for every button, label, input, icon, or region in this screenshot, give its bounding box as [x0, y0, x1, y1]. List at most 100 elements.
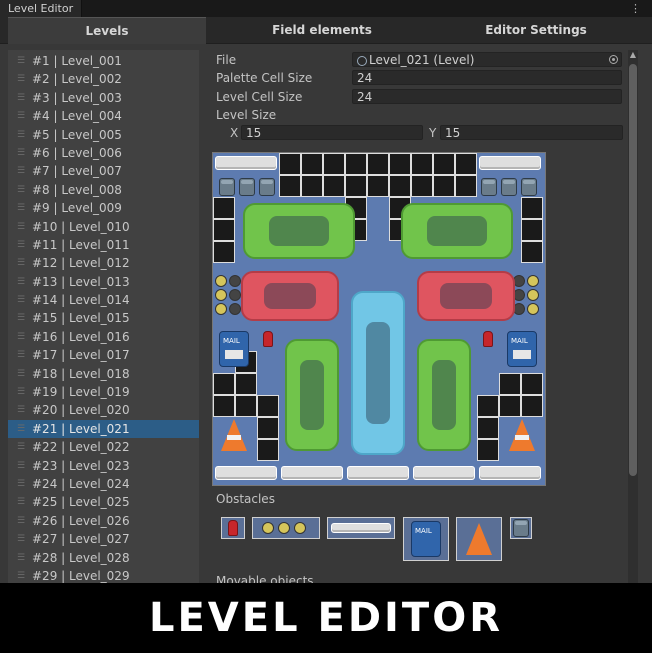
level-name: #18 | Level_018 — [32, 366, 130, 381]
level-list-item[interactable]: ☰ #6 | Level_006 — [8, 144, 199, 162]
drag-handle-icon[interactable]: ☰ — [17, 126, 25, 144]
drag-handle-icon[interactable]: ☰ — [17, 291, 25, 309]
level-list-item[interactable]: ☰ #1 | Level_001 — [8, 52, 199, 70]
tab-editor-settings[interactable]: Editor Settings — [436, 17, 636, 43]
empty-cell — [477, 417, 499, 439]
level-size-y-input[interactable]: 15 — [440, 125, 623, 140]
traffic-light-icon — [278, 522, 290, 534]
more-menu-icon[interactable]: ⋮ — [630, 0, 641, 17]
level-list-item[interactable]: ☰ #27 | Level_027 — [8, 530, 199, 548]
empty-cell — [477, 395, 499, 417]
drag-handle-icon[interactable]: ☰ — [17, 365, 25, 383]
drag-handle-icon[interactable]: ☰ — [17, 52, 25, 70]
drag-handle-icon[interactable]: ☰ — [17, 567, 25, 583]
traffic-cone-icon — [466, 523, 492, 555]
vertical-scrollbar[interactable]: ▲ — [628, 50, 638, 583]
drag-handle-icon[interactable]: ☰ — [17, 162, 25, 180]
level-list-item[interactable]: ☰ #22 | Level_022 — [8, 438, 199, 456]
file-object-field[interactable]: Level_021 (Level) — [352, 52, 622, 67]
drag-handle-icon[interactable]: ☰ — [17, 309, 25, 327]
scroll-up-arrow-icon[interactable]: ▲ — [628, 50, 638, 60]
tab-field-elements[interactable]: Field elements — [208, 17, 436, 43]
drag-handle-icon[interactable]: ☰ — [17, 530, 25, 548]
level-list-item[interactable]: ☰ #4 | Level_004 — [8, 107, 199, 125]
drag-handle-icon[interactable]: ☰ — [17, 181, 25, 199]
level-list-item[interactable]: ☰ #12 | Level_012 — [8, 254, 199, 272]
level-list-item[interactable]: ☰ #3 | Level_003 — [8, 89, 199, 107]
palette-cell-size-input[interactable]: 24 — [352, 70, 622, 85]
level-list-item[interactable]: ☰ #17 | Level_017 — [8, 346, 199, 364]
window-title-tab[interactable]: Level Editor — [0, 0, 83, 17]
level-list-panel: ☰ #1 | Level_001 ☰ #2 | Level_002 ☰ #3 | Leve… — [8, 50, 199, 583]
level-list-item[interactable]: ☰ #26 | Level_026 — [8, 512, 199, 530]
cone-stripe — [515, 435, 529, 440]
level-list-item[interactable]: ☰ #2 | Level_002 — [8, 70, 199, 88]
drag-handle-icon[interactable]: ☰ — [17, 107, 25, 125]
palette-cone[interactable] — [456, 517, 502, 561]
level-list-item[interactable]: ☰ #15 | Level_015 — [8, 309, 199, 327]
level-editor-window: Level Editor ⋮ Levels Field elements Edi… — [0, 0, 652, 583]
drag-handle-icon[interactable]: ☰ — [17, 383, 25, 401]
drag-handle-icon[interactable]: ☰ — [17, 254, 25, 272]
empty-cell — [433, 175, 455, 197]
level-size-x-input[interactable]: 15 — [241, 125, 423, 140]
level-grid-canvas[interactable]: MAIL MAIL — [212, 152, 546, 486]
level-list-item[interactable]: ☰ #29 | Level_029 — [8, 567, 199, 583]
drag-handle-icon[interactable]: ☰ — [17, 549, 25, 567]
level-name: #16 | Level_016 — [32, 329, 130, 344]
level-name: #21 | Level_021 — [32, 421, 130, 436]
drag-handle-icon[interactable]: ☰ — [17, 328, 25, 346]
level-list-item[interactable]: ☰ #18 | Level_018 — [8, 365, 199, 383]
level-list-item[interactable]: ☰ #20 | Level_020 — [8, 401, 199, 419]
mail-label: MAIL — [511, 337, 528, 345]
drag-handle-icon[interactable]: ☰ — [17, 199, 25, 217]
level-name: #20 | Level_020 — [32, 403, 130, 418]
level-list-item[interactable]: ☰ #7 | Level_007 — [8, 162, 199, 180]
level-name: #6 | Level_006 — [32, 145, 122, 160]
empty-cell — [411, 153, 433, 175]
empty-cell — [345, 175, 367, 197]
drag-handle-icon[interactable]: ☰ — [17, 475, 25, 493]
level-list-item[interactable]: ☰ #8 | Level_008 — [8, 181, 199, 199]
level-list-item[interactable]: ☰ #14 | Level_014 — [8, 291, 199, 309]
drag-handle-icon[interactable]: ☰ — [17, 457, 25, 475]
level-list-item[interactable]: ☰ #25 | Level_025 — [8, 493, 199, 511]
drag-handle-icon[interactable]: ☰ — [17, 512, 25, 530]
drag-handle-icon[interactable]: ☰ — [17, 346, 25, 364]
drag-handle-icon[interactable]: ☰ — [17, 401, 25, 419]
level-list-item[interactable]: ☰ #24 | Level_024 — [8, 475, 199, 493]
palette-wall[interactable] — [327, 517, 395, 539]
level-list-item[interactable]: ☰ #19 | Level_019 — [8, 383, 199, 401]
drag-handle-icon[interactable]: ☰ — [17, 493, 25, 511]
level-list-item[interactable]: ☰ #5 | Level_005 — [8, 126, 199, 144]
object-picker-icon[interactable] — [609, 55, 618, 64]
palette-traffic-lights[interactable] — [252, 517, 320, 539]
drag-handle-icon[interactable]: ☰ — [17, 273, 25, 291]
drag-handle-icon[interactable]: ☰ — [17, 144, 25, 162]
empty-cell — [279, 153, 301, 175]
palette-barrel[interactable] — [510, 517, 532, 539]
drag-handle-icon[interactable]: ☰ — [17, 438, 25, 456]
level-list-item[interactable]: ☰ #16 | Level_016 — [8, 328, 199, 346]
y-label: Y — [429, 126, 437, 140]
level-list-item[interactable]: ☰ #21 | Level_021 — [8, 419, 199, 439]
palette-mailbox[interactable]: MAIL — [403, 517, 449, 561]
cone-stripe — [227, 435, 241, 440]
scroll-thumb[interactable] — [629, 64, 637, 476]
level-list-item[interactable]: ☰ #28 | Level_028 — [8, 549, 199, 567]
level-list-item[interactable]: ☰ #13 | Level_013 — [8, 273, 199, 291]
drag-handle-icon[interactable]: ☰ — [17, 70, 25, 88]
drag-handle-icon[interactable]: ☰ — [17, 420, 25, 438]
palette-hydrant[interactable] — [221, 517, 245, 539]
level-list-item[interactable]: ☰ #23 | Level_023 — [8, 457, 199, 475]
drag-handle-icon[interactable]: ☰ — [17, 218, 25, 236]
drag-handle-icon[interactable]: ☰ — [17, 89, 25, 107]
traffic-light — [527, 275, 539, 287]
barrel-obstacle — [239, 178, 255, 196]
level-list-item[interactable]: ☰ #9 | Level_009 — [8, 199, 199, 217]
tab-levels[interactable]: Levels — [8, 17, 206, 44]
drag-handle-icon[interactable]: ☰ — [17, 236, 25, 254]
level-cell-size-input[interactable]: 24 — [352, 89, 622, 104]
level-list-item[interactable]: ☰ #11 | Level_011 — [8, 236, 199, 254]
level-list-item[interactable]: ☰ #10 | Level_010 — [8, 218, 199, 236]
